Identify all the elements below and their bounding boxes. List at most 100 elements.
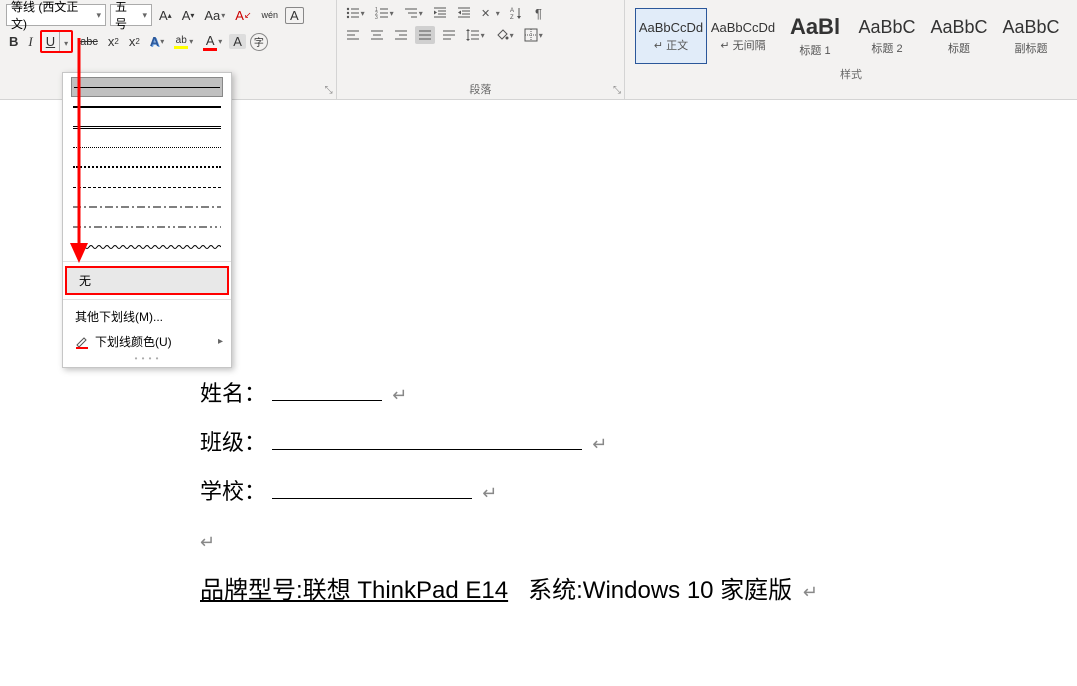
style-normal[interactable]: AaBbCcDd ↵ 正文 xyxy=(635,8,707,64)
menu-drag-handle[interactable]: • • • • xyxy=(63,354,231,363)
paragraph-group: ▾ 123 ▾ ▾ ✕ ▾ xyxy=(337,0,625,99)
decrease-font-button[interactable]: A▾ xyxy=(179,6,198,25)
bullets-button[interactable]: ▾ xyxy=(343,4,368,22)
outdent-icon xyxy=(433,6,447,20)
numbering-button[interactable]: 123 ▾ xyxy=(372,4,397,22)
asian-layout-button[interactable]: ✕ ▾ xyxy=(478,4,503,22)
text-effects-button[interactable]: A▾ xyxy=(147,32,167,51)
wave-icon xyxy=(73,244,221,250)
font-name-select[interactable]: 等线 (西文正文) ▾ xyxy=(6,4,106,26)
align-left-icon xyxy=(346,28,360,42)
chevron-down-icon: ▾ xyxy=(96,10,101,21)
underline-style-dotted[interactable] xyxy=(71,137,223,157)
underline-style-dashed[interactable] xyxy=(71,177,223,197)
borders-button[interactable]: ▾ xyxy=(521,26,546,44)
multilevel-list-button[interactable]: ▾ xyxy=(401,4,426,22)
line-spacing-button[interactable]: ▾ xyxy=(463,26,488,44)
increase-font-button[interactable]: A▴ xyxy=(156,6,175,25)
underline-split-button[interactable]: U ▾ xyxy=(40,30,73,53)
underline-style-dash-dot[interactable] xyxy=(71,197,223,217)
style-subtitle[interactable]: AaBbC 副标题 xyxy=(995,8,1067,64)
sort-button[interactable]: AZ xyxy=(507,4,527,22)
underline-field[interactable] xyxy=(272,428,582,450)
underline-style-dash-dot-dot[interactable] xyxy=(71,217,223,237)
styles-gallery[interactable]: AaBbCcDd ↵ 正文 AaBbCcDd ↵ 无间隔 AaBl 标题 1 A… xyxy=(631,4,1071,64)
align-left-button[interactable] xyxy=(343,26,363,44)
phonetic-guide-button[interactable]: wén xyxy=(259,8,282,22)
enclose-char-button[interactable]: 字 xyxy=(250,33,268,51)
underline-field[interactable] xyxy=(272,379,382,401)
font-dialog-launcher[interactable]: ⤡ xyxy=(325,85,333,96)
bold-button[interactable]: B xyxy=(6,32,21,51)
change-case-button[interactable]: Aa▾ xyxy=(201,6,228,25)
doc-line-empty: ↵ xyxy=(200,517,607,566)
doc-line-school: 学校： ↵ xyxy=(200,468,607,517)
decrease-indent-button[interactable] xyxy=(430,4,450,22)
show-marks-button[interactable]: ¶ xyxy=(531,4,551,22)
style-title[interactable]: AaBbC 标题 xyxy=(923,8,995,64)
distribute-icon xyxy=(442,28,456,42)
paragraph-mark-icon: ↵ xyxy=(592,434,607,454)
align-justify-button[interactable] xyxy=(415,26,435,44)
align-justify-icon xyxy=(418,28,432,42)
underline-field[interactable] xyxy=(272,477,472,499)
underline-style-wave[interactable] xyxy=(71,237,223,257)
document-body[interactable]: 姓名： ↵ 班级： ↵ 学校： ↵ ↵ xyxy=(200,370,607,566)
svg-text:✕: ✕ xyxy=(481,8,490,20)
multilevel-icon xyxy=(404,6,418,20)
subscript-button[interactable]: x2 xyxy=(105,32,122,51)
underline-dropdown-menu: 无 其他下划线(M)... 下划线颜色(U) ▸ • • • • xyxy=(62,72,232,368)
paragraph-dialog-launcher[interactable]: ⤡ xyxy=(613,85,621,96)
shading-button[interactable]: ▾ xyxy=(492,26,517,44)
font-color-button[interactable]: A ▾ xyxy=(200,31,225,53)
align-center-button[interactable] xyxy=(367,26,387,44)
char-shading-button[interactable]: A xyxy=(229,34,246,49)
menu-separator xyxy=(63,299,231,300)
italic-button[interactable]: I xyxy=(25,32,35,52)
dash-dot-icon xyxy=(73,205,221,209)
underline-style-thick[interactable] xyxy=(71,97,223,117)
doc-info-line: 品牌型号:联想 ThinkPad E14 系统:Windows 10 家庭版 ↵ xyxy=(200,570,818,605)
char-border-button[interactable]: A xyxy=(285,7,304,24)
chevron-down-icon: ▾ xyxy=(64,39,68,48)
underline-dropdown-button[interactable]: ▾ xyxy=(59,32,71,51)
underline-style-double[interactable] xyxy=(71,117,223,137)
svg-text:¶: ¶ xyxy=(535,6,542,20)
underline-button[interactable]: U xyxy=(42,32,59,51)
pen-color-icon xyxy=(75,335,89,349)
menu-separator xyxy=(63,261,231,262)
doc-line-name: 姓名： ↵ xyxy=(200,370,607,419)
style-heading2[interactable]: AaBbC 标题 2 xyxy=(851,8,923,64)
align-right-button[interactable] xyxy=(391,26,411,44)
borders-icon xyxy=(524,28,538,42)
clear-format-button[interactable]: A↙ xyxy=(232,6,254,25)
paragraph-mark-icon: ↵ xyxy=(392,385,407,405)
align-right-icon xyxy=(394,28,408,42)
increase-indent-button[interactable] xyxy=(454,4,474,22)
style-nospacing[interactable]: AaBbCcDd ↵ 无间隔 xyxy=(707,8,779,64)
font-color-icon xyxy=(203,48,217,51)
align-center-icon xyxy=(370,28,384,42)
chevron-down-icon: ▾ xyxy=(142,10,147,21)
underline-color-item[interactable]: 下划线颜色(U) ▸ xyxy=(63,329,231,354)
style-heading1[interactable]: AaBl 标题 1 xyxy=(779,8,851,64)
paint-bucket-icon xyxy=(495,28,509,42)
paragraph-mark-icon: ↵ xyxy=(482,483,497,503)
underline-more-item[interactable]: 其他下划线(M)... xyxy=(63,304,231,329)
styles-group: AaBbCcDd ↵ 正文 AaBbCcDd ↵ 无间隔 AaBl 标题 1 A… xyxy=(625,0,1077,99)
distribute-button[interactable] xyxy=(439,26,459,44)
underline-style-dotted-thick[interactable] xyxy=(71,157,223,177)
sort-icon: AZ xyxy=(510,6,524,20)
strikethrough-button[interactable]: abc xyxy=(77,34,101,50)
underline-none-item[interactable]: 无 xyxy=(65,266,229,295)
superscript-button[interactable]: x2 xyxy=(126,32,143,51)
svg-text:3: 3 xyxy=(375,15,378,20)
paragraph-mark-icon: ↵ xyxy=(803,582,818,602)
font-size-select[interactable]: 五号 ▾ xyxy=(110,4,152,26)
highlight-button[interactable]: ab ▾ xyxy=(171,33,196,51)
underline-style-single[interactable] xyxy=(71,77,223,97)
dash-dot-dot-icon xyxy=(73,225,221,229)
line-spacing-icon xyxy=(466,28,480,42)
system-info: 系统:Windows 10 家庭版 xyxy=(528,577,792,604)
bullets-icon xyxy=(346,6,360,20)
